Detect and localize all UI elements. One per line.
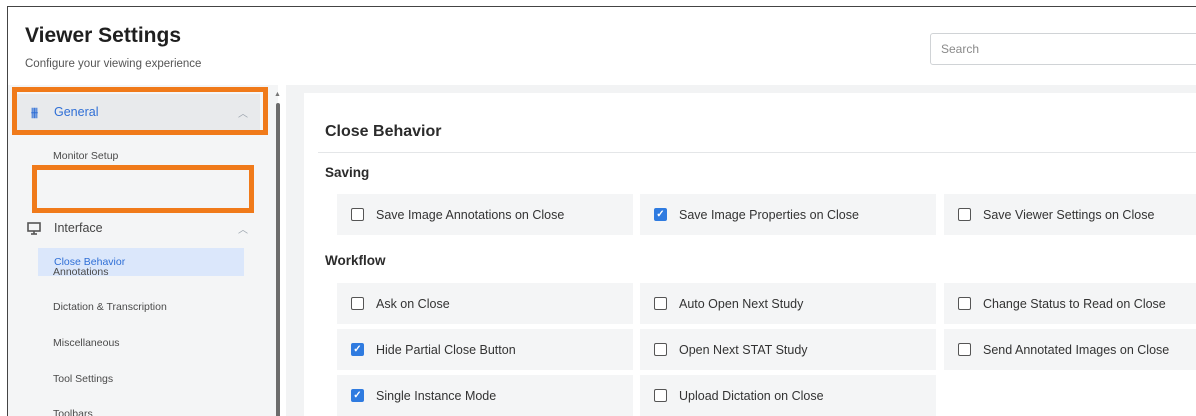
option-label: Save Image Annotations on Close [376,207,565,222]
checkbox-checked[interactable]: ✓ [351,389,364,402]
option-label: Upload Dictation on Close [679,388,824,403]
scrollbar-thumb[interactable] [276,103,280,416]
option-save-image-annotations[interactable]: Save Image Annotations on Close [337,194,633,235]
option-label: Save Image Properties on Close [679,207,859,222]
checkbox-checked[interactable]: ✓ [654,208,667,221]
option-label: Open Next STAT Study [679,342,808,357]
option-label: Ask on Close [376,296,450,311]
settings-panel: Close Behavior Saving Save Image Annotat… [304,93,1196,416]
sidebar-group-label: General [54,105,99,119]
viewer-settings-window: Viewer Settings Configure your viewing e… [7,6,1196,416]
section-title: Close Behavior [325,123,442,140]
sidebar-group-label: Interface [54,221,103,235]
option-label: Change Status to Read on Close [983,296,1166,311]
checkbox-checked[interactable]: ✓ [351,343,364,356]
option-label: Save Viewer Settings on Close [983,207,1155,222]
group-label-saving: Saving [325,165,370,180]
scroll-up-icon[interactable]: ▲ [274,91,281,98]
checkbox[interactable] [654,297,667,310]
option-change-status-to-read[interactable]: Change Status to Read on Close [944,283,1196,324]
checkbox[interactable] [351,297,364,310]
monitor-icon [26,221,42,235]
sidebar-item-tool-settings[interactable]: Tool Settings [53,373,113,385]
option-save-viewer-settings[interactable]: Save Viewer Settings on Close [944,194,1196,235]
divider [318,152,1196,153]
group-label-workflow: Workflow [325,253,386,268]
settings-sidebar: ⫲⫲ General ︿ Monitor Setup Close Behavio… [8,85,278,416]
option-ask-on-close[interactable]: Ask on Close [337,283,633,324]
option-save-image-properties[interactable]: ✓ Save Image Properties on Close [640,194,936,235]
sidebar-item-monitor-setup[interactable]: Monitor Setup [53,150,118,162]
page-subtitle: Configure your viewing experience [25,58,202,70]
checkbox[interactable] [958,297,971,310]
option-send-annotated-images[interactable]: Send Annotated Images on Close [944,329,1196,370]
option-label: Send Annotated Images on Close [983,342,1170,357]
sidebar-group-general[interactable]: ⫲⫲ General ︿ [16,94,260,130]
option-upload-dictation-on-close[interactable]: Upload Dictation on Close [640,375,936,416]
sliders-icon: ⫲⫲ [31,104,38,119]
sidebar-item-miscellaneous[interactable]: Miscellaneous [53,337,120,349]
option-open-next-stat-study[interactable]: Open Next STAT Study [640,329,936,370]
header: Viewer Settings Configure your viewing e… [8,7,1196,85]
chevron-up-icon[interactable]: ︿ [238,221,248,236]
sidebar-item-dictation[interactable]: Dictation & Transcription [53,301,167,313]
chevron-up-icon[interactable]: ︿ [238,105,248,120]
checkbox[interactable] [958,208,971,221]
search-input[interactable] [930,33,1196,65]
option-label: Single Instance Mode [376,388,497,403]
sidebar-item-toolbars[interactable]: Toolbars [53,408,93,416]
checkbox[interactable] [654,389,667,402]
checkbox[interactable] [958,343,971,356]
sidebar-scrollbar[interactable]: ▲ [274,89,282,416]
checkbox[interactable] [351,208,364,221]
sidebar-group-interface[interactable]: Interface ︿ [16,210,260,246]
checkbox[interactable] [654,343,667,356]
option-single-instance-mode[interactable]: ✓ Single Instance Mode [337,375,633,416]
option-auto-open-next-study[interactable]: Auto Open Next Study [640,283,936,324]
option-label: Hide Partial Close Button [376,342,516,357]
page-title: Viewer Settings [25,24,182,47]
option-hide-partial-close-button[interactable]: ✓ Hide Partial Close Button [337,329,633,370]
sidebar-item-annotations[interactable]: Annotations [53,266,108,278]
option-label: Auto Open Next Study [679,296,804,311]
